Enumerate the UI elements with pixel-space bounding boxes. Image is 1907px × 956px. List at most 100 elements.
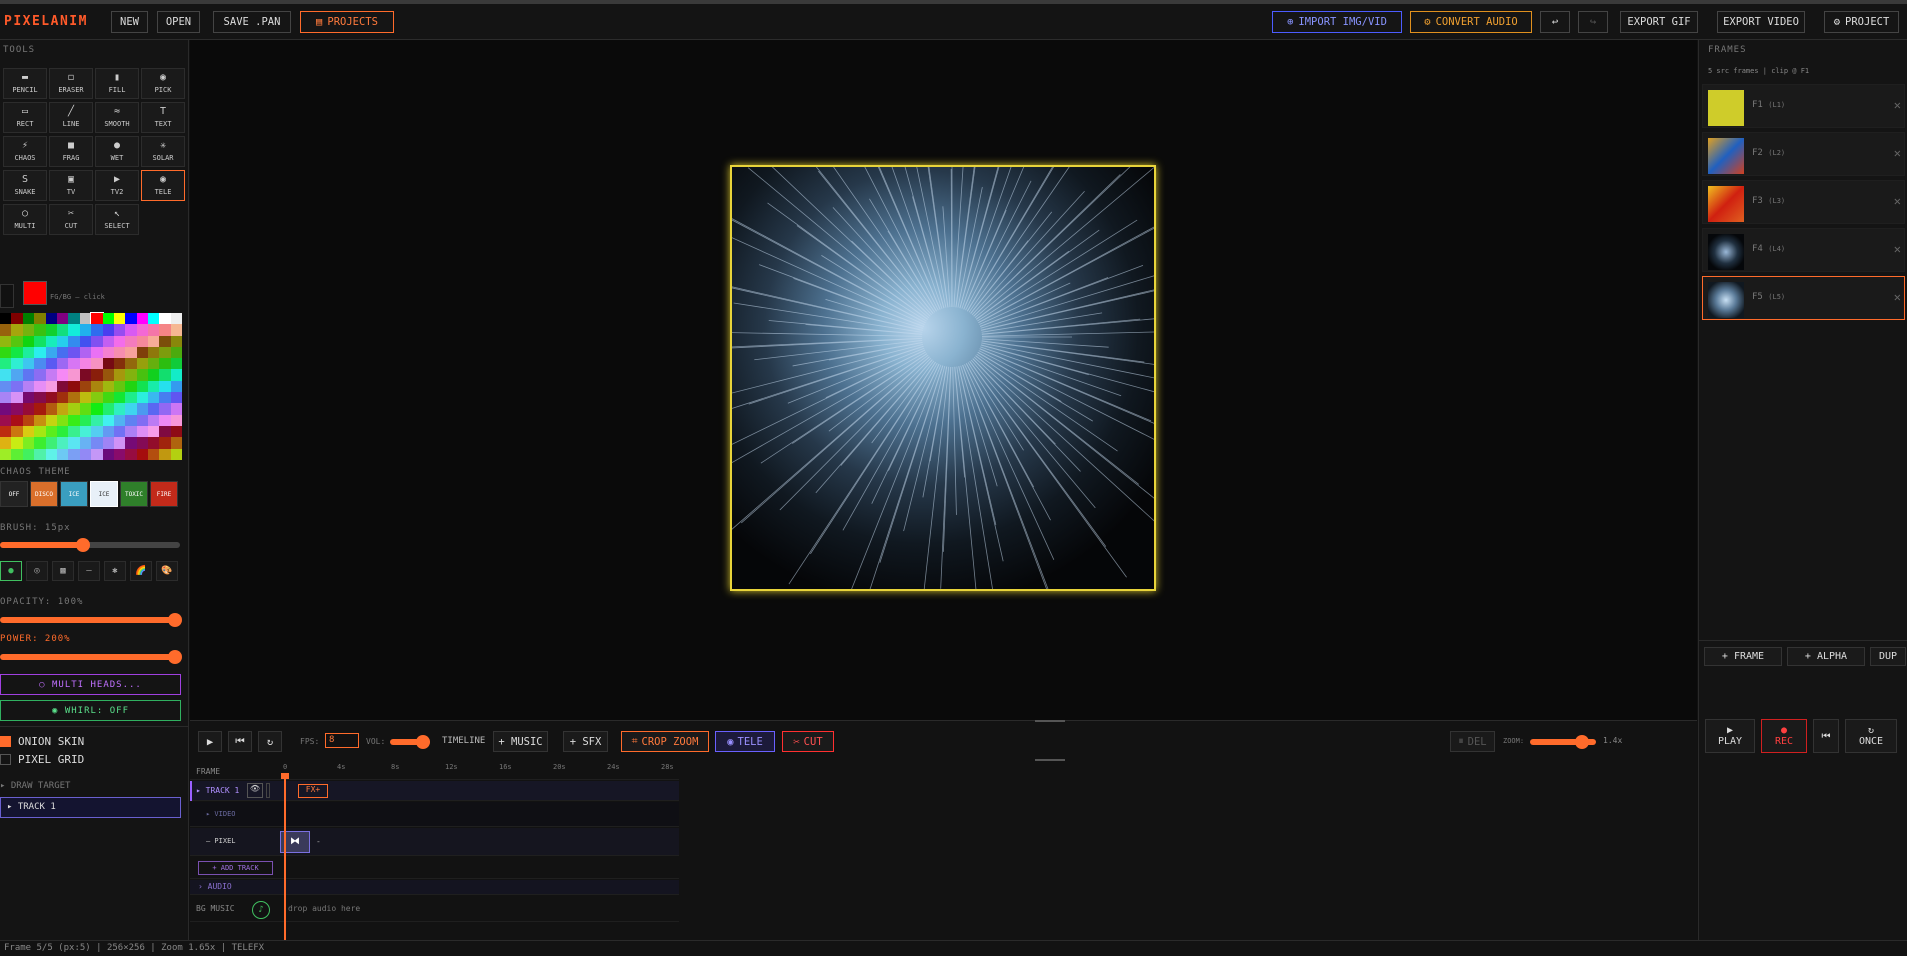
resize-handle[interactable] [1035,720,1065,722]
palette-swatch[interactable] [102,392,114,404]
add-track-button[interactable]: + ADD TRACK [198,861,273,875]
brush-shape-1[interactable]: ◎ [26,561,48,581]
close-icon[interactable]: ✕ [1894,98,1901,112]
tool-pick[interactable]: ◉ PICK [141,68,185,99]
palette-swatch[interactable] [170,414,183,426]
palette-swatch[interactable] [91,380,103,393]
palette-swatch[interactable] [91,414,103,426]
palette-swatch[interactable] [125,403,137,415]
palette-swatch[interactable] [22,437,35,449]
palette-swatch[interactable] [68,380,80,393]
palette-swatch[interactable] [125,448,137,460]
tool-fill[interactable]: ▮ FILL [95,68,139,99]
palette-swatch[interactable] [34,324,46,336]
palette-swatch[interactable] [68,414,80,426]
tool-tv[interactable]: ▣ TV [49,170,93,201]
timeline-loop-button[interactable]: ↻ [258,731,282,752]
palette-swatch[interactable] [34,358,46,370]
draw-target-select[interactable]: ▸ TRACK 1 [0,797,181,818]
timeline-rewind-button[interactable]: ⏮ [228,731,252,752]
palette-swatch[interactable] [102,437,114,449]
palette-swatch[interactable] [91,324,103,336]
palette-swatch[interactable] [56,335,69,347]
palette-swatch[interactable] [79,437,92,449]
palette-swatch[interactable] [148,425,160,438]
palette-swatch[interactable] [102,335,114,347]
music-note-icon[interactable]: ♪ [252,901,270,919]
projects-button[interactable]: ▤ PROJECTS [300,11,394,33]
export-video-button[interactable]: EXPORT VIDEO [1717,11,1805,33]
export-gif-button[interactable]: EXPORT GIF [1620,11,1698,33]
audio-row[interactable]: › AUDIO [190,880,679,895]
redo-button[interactable]: ↪ [1578,11,1608,33]
add-music-button[interactable]: + MUSIC [493,731,548,752]
palette-swatch[interactable] [148,414,160,426]
resize-handle[interactable] [1035,759,1065,761]
palette-swatch[interactable] [22,380,35,393]
palette-swatch[interactable] [113,313,126,325]
chaos-theme-disco[interactable]: DISCO [30,481,58,507]
palette-swatch[interactable] [11,425,23,438]
palette-swatch[interactable] [113,358,126,370]
palette-swatch[interactable] [102,425,114,438]
palette-swatch[interactable] [159,414,171,426]
palette-swatch[interactable] [136,448,149,460]
brush-shape-6[interactable]: 🎨 [156,561,178,581]
canvas-area[interactable] [190,40,1697,720]
palette-swatch[interactable] [148,346,160,359]
opacity-slider-handle[interactable] [168,613,182,627]
palette-swatch[interactable] [22,414,35,426]
palette-swatch[interactable] [22,346,35,359]
palette-swatch[interactable] [68,425,80,438]
timeline-play-button[interactable]: ▶ [198,731,222,752]
palette-swatch[interactable] [34,392,46,404]
palette-swatch[interactable] [91,448,103,460]
palette-swatch[interactable] [125,437,137,449]
palette-swatch[interactable] [148,335,160,347]
palette-swatch[interactable] [11,358,23,370]
brush-shape-2[interactable]: ▩ [52,561,74,581]
palette-swatch[interactable] [125,425,137,438]
palette-swatch[interactable] [11,324,23,336]
palette-swatch[interactable] [113,448,126,460]
tool-tv2[interactable]: ▶ TV2 [95,170,139,201]
palette-swatch[interactable] [79,448,92,460]
power-slider-handle[interactable] [168,650,182,664]
palette-swatch[interactable] [170,358,183,370]
brush-shape-4[interactable]: ✱ [104,561,126,581]
palette-swatch[interactable] [11,403,23,415]
brush-shape-3[interactable]: — [78,561,100,581]
palette-swatch[interactable] [125,346,137,359]
palette-swatch[interactable] [56,346,69,359]
palette-swatch[interactable] [125,369,137,381]
palette-swatch[interactable] [170,392,183,404]
palette-swatch[interactable] [56,414,69,426]
palette-swatch[interactable] [34,335,46,347]
palette-swatch[interactable] [113,346,126,359]
brush-shape-5[interactable]: 🌈 [130,561,152,581]
palette-swatch[interactable] [125,313,137,325]
chaos-theme-ice[interactable]: ICE [90,481,118,507]
palette-swatch[interactable] [56,403,69,415]
palette-swatch[interactable] [22,313,35,325]
open-button[interactable]: OPEN [157,11,200,33]
palette-swatch[interactable] [34,437,46,449]
palette-swatch[interactable] [68,437,80,449]
palette-swatch[interactable] [56,425,69,438]
palette-swatch[interactable] [45,392,57,404]
eye-icon[interactable]: 👁 [247,783,263,798]
delete-button[interactable]: ⏸ DEL [1450,731,1495,752]
palette-swatch[interactable] [56,369,69,381]
palette-swatch[interactable] [91,335,103,347]
palette-swatch[interactable] [113,414,126,426]
palette-swatch[interactable] [159,358,171,370]
palette-swatch[interactable] [91,392,103,404]
palette-swatch[interactable] [45,380,57,393]
palette-swatch[interactable] [159,437,171,449]
frame-item-f2[interactable]: F2 (L2) ✕ [1702,132,1905,176]
palette-swatch[interactable] [136,425,149,438]
add-frame-button[interactable]: + FRAME [1704,647,1782,666]
tool-cut[interactable]: ✂ CUT [49,204,93,235]
playhead-head[interactable] [281,773,289,779]
palette-swatch[interactable] [45,324,57,336]
